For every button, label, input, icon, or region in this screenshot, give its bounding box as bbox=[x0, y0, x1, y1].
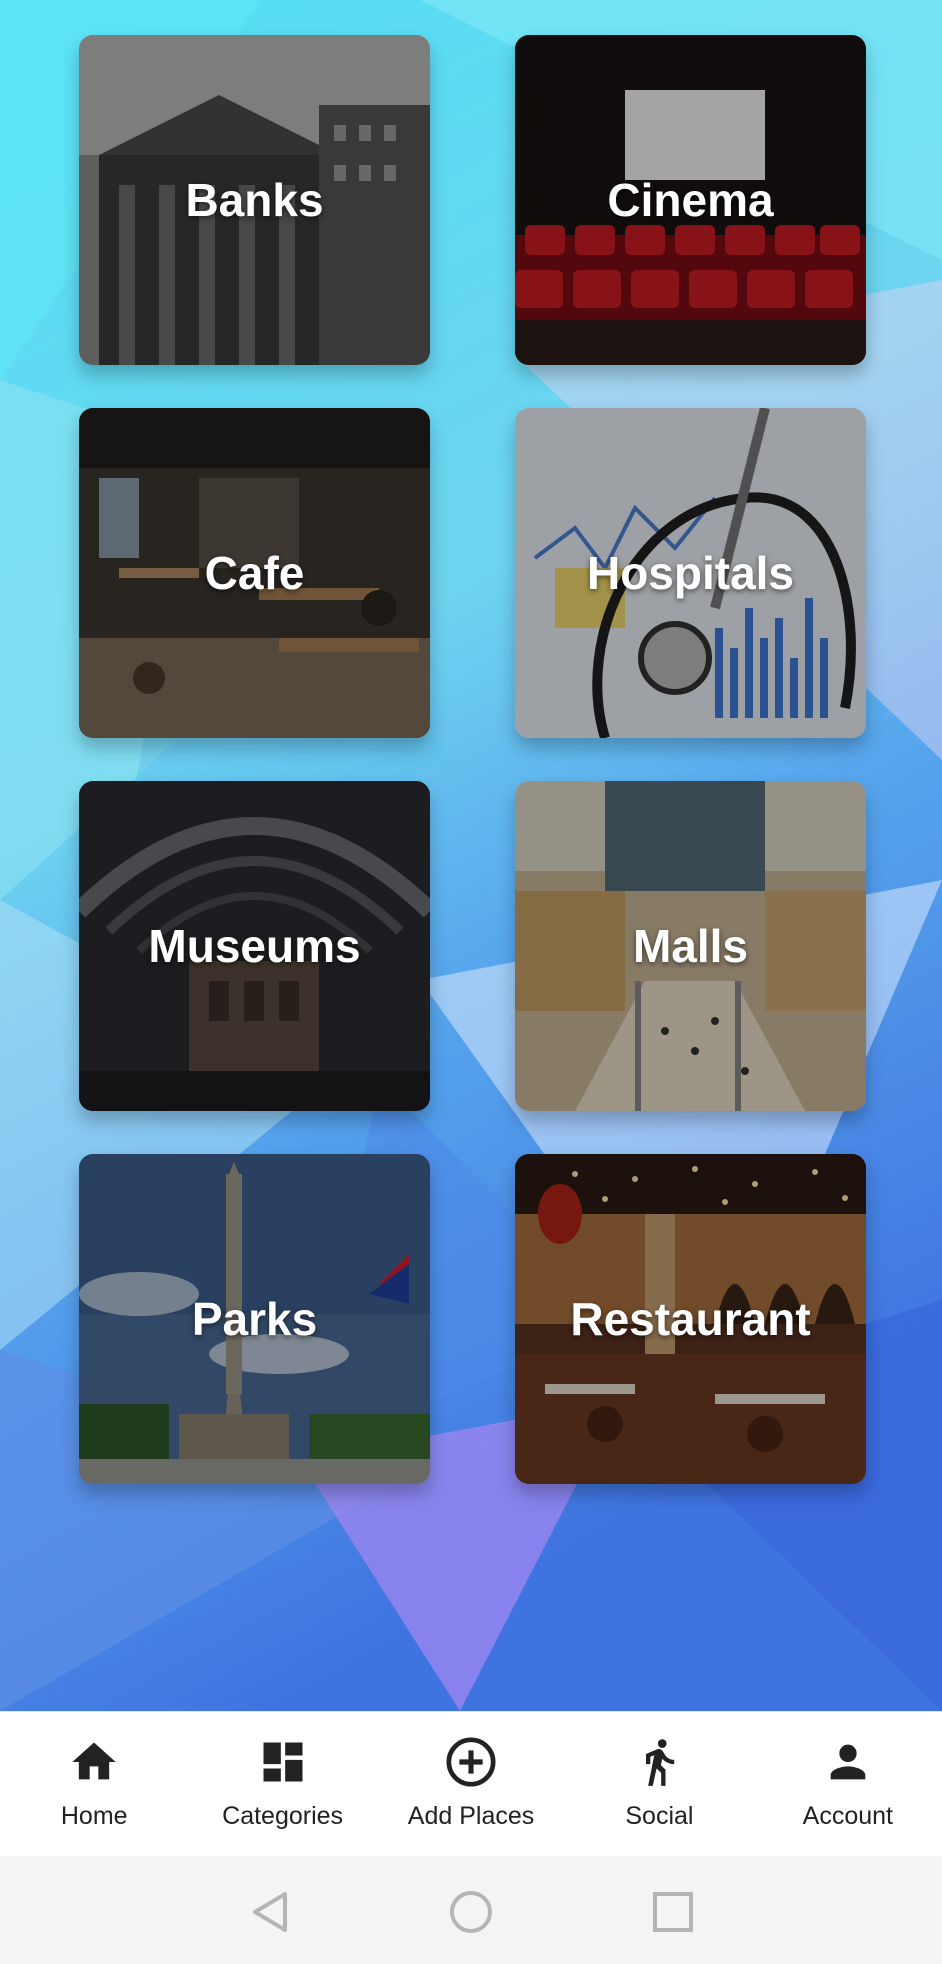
home-icon bbox=[66, 1734, 122, 1790]
category-label: Parks bbox=[191, 1293, 318, 1345]
system-nav-bar bbox=[0, 1856, 942, 1964]
recents-square-icon[interactable] bbox=[649, 1888, 697, 1936]
walking-person-icon bbox=[631, 1734, 687, 1790]
bottom-nav: Home Categories Add Places Social Accoun… bbox=[0, 1711, 942, 1856]
category-grid: Banks Cinema Cafe Hospitals Museums Mall… bbox=[79, 35, 866, 1484]
category-label: Banks bbox=[185, 174, 324, 226]
dashboard-icon bbox=[255, 1734, 311, 1790]
category-label: Cafe bbox=[204, 547, 305, 599]
add-circle-icon bbox=[443, 1734, 499, 1790]
category-tile-malls[interactable]: Malls bbox=[515, 781, 866, 1111]
category-tile-banks[interactable]: Banks bbox=[79, 35, 430, 365]
category-tile-museums[interactable]: Museums bbox=[79, 781, 430, 1111]
category-label: Museums bbox=[148, 920, 361, 972]
nav-label: Account bbox=[802, 1802, 893, 1830]
category-tile-cinema[interactable]: Cinema bbox=[515, 35, 866, 365]
home-circle-icon[interactable] bbox=[447, 1888, 495, 1936]
category-label: Restaurant bbox=[570, 1293, 811, 1345]
nav-label: Add Places bbox=[407, 1802, 535, 1830]
nav-label: Home bbox=[60, 1802, 128, 1830]
nav-item-social[interactable]: Social bbox=[565, 1712, 753, 1856]
person-icon bbox=[820, 1734, 876, 1790]
category-tile-hospitals[interactable]: Hospitals bbox=[515, 408, 866, 738]
nav-label: Categories bbox=[222, 1802, 344, 1830]
nav-item-add-places[interactable]: Add Places bbox=[377, 1712, 565, 1856]
back-icon[interactable] bbox=[247, 1888, 295, 1936]
nav-item-home[interactable]: Home bbox=[0, 1712, 188, 1856]
nav-label: Social bbox=[625, 1802, 694, 1830]
nav-item-account[interactable]: Account bbox=[754, 1712, 942, 1856]
category-tile-parks[interactable]: Parks bbox=[79, 1154, 430, 1484]
nav-item-categories[interactable]: Categories bbox=[188, 1712, 376, 1856]
category-tile-cafe[interactable]: Cafe bbox=[79, 408, 430, 738]
category-label: Hospitals bbox=[586, 547, 795, 599]
category-label: Malls bbox=[632, 920, 749, 972]
category-label: Cinema bbox=[607, 174, 774, 226]
category-tile-restaurant[interactable]: Restaurant bbox=[515, 1154, 866, 1484]
